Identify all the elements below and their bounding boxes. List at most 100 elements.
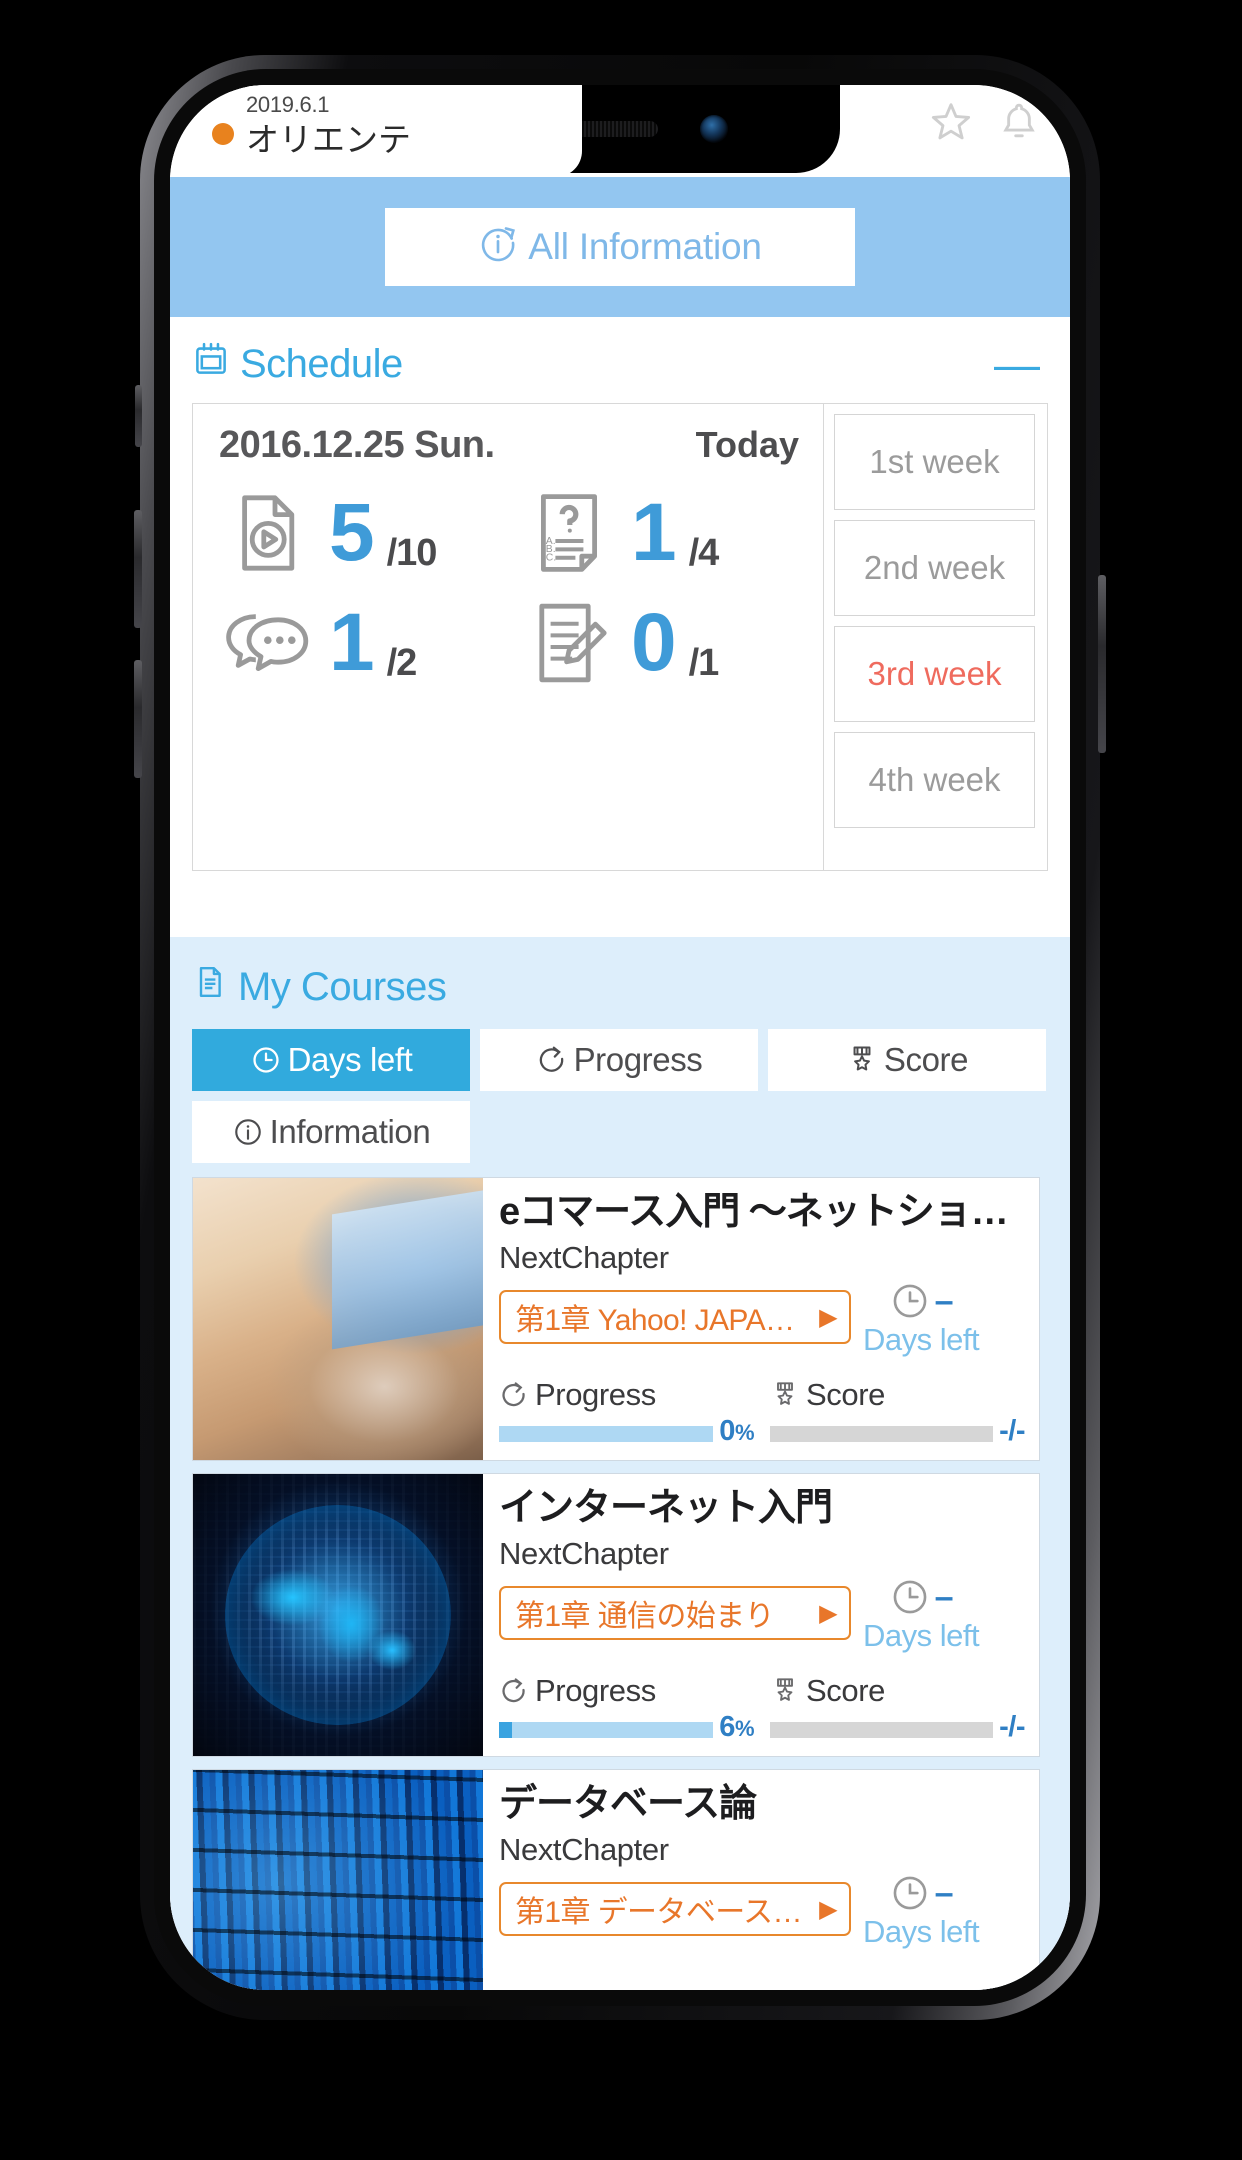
course-title: データベース論: [499, 1783, 757, 1825]
progress-bar-track: [499, 1426, 714, 1442]
my-courses-header: My Courses: [192, 951, 1048, 1023]
medal-icon: [770, 1676, 800, 1706]
course-card[interactable]: データベース論 NextChapter 第1章 データベース… ▶ – Days…: [192, 1769, 1040, 1990]
days-left-top: –: [889, 1872, 954, 1914]
schedule-card: 2016.12.25 Sun. Today 5 /10 A. B. C. 1 /…: [192, 403, 1048, 871]
power-button[interactable]: [1098, 575, 1106, 753]
course-title: インターネット入門: [499, 1487, 833, 1529]
digital-globe-photo: [193, 1474, 483, 1756]
calendar-icon: [192, 340, 230, 388]
refresh-icon: [499, 1676, 529, 1706]
tab-score-label: Score: [883, 1041, 969, 1078]
metrics-row: Progress 0% Score -/-: [499, 1377, 1025, 1452]
counter-discussion[interactable]: 1 /2: [219, 595, 521, 691]
chapter-button[interactable]: 第1章 通信の始まり ▶: [499, 1586, 851, 1641]
chevron-right-icon: ▶: [819, 1599, 837, 1627]
refresh-icon: [536, 1044, 568, 1076]
all-information-button[interactable]: All Information: [385, 208, 855, 286]
counter-video-value: 5: [329, 487, 375, 578]
counter-video[interactable]: 5 /10: [219, 485, 521, 581]
score-bar-track: [770, 1426, 994, 1442]
days-left-value: –: [934, 1281, 954, 1320]
course-card[interactable]: インターネット入門 NextChapter 第1章 通信の始まり ▶ – Day…: [192, 1473, 1040, 1757]
counter-report-value: 0: [631, 597, 677, 688]
document-icon: [192, 964, 228, 1010]
phone-frame: 2019.6.1 オリエンテ All Information Schedule …: [134, 55, 1106, 2020]
refresh-icon: [499, 1380, 529, 1410]
chapter-button[interactable]: 第1章 データベース… ▶: [499, 1882, 851, 1937]
today-label: Today: [695, 424, 799, 465]
chapter-row: 第1章 データベース… ▶ – Days left: [499, 1872, 1025, 1947]
volume-up-button[interactable]: [134, 510, 142, 628]
tab-information[interactable]: Information: [192, 1101, 470, 1163]
course-list: eコマース入門 〜ネットショ… NextChapter 第1章 Yahoo! J…: [192, 1177, 1048, 1990]
clock-icon: [250, 1044, 282, 1076]
counter-report[interactable]: 0 /1: [521, 595, 823, 691]
next-chapter-label: NextChapter: [499, 1535, 669, 1571]
tab-days-left-label: Days left: [287, 1041, 413, 1078]
chevron-right-icon: ▶: [819, 1895, 837, 1923]
mute-switch[interactable]: [135, 385, 142, 447]
days-left-value: –: [934, 1577, 954, 1616]
score-label: Score: [806, 1377, 885, 1412]
schedule-collapse-button[interactable]: —: [986, 341, 1048, 387]
svg-text:C.: C.: [546, 553, 556, 564]
star-icon[interactable]: [928, 99, 974, 145]
my-courses-section: My Courses Days left Progress Score Info…: [170, 937, 1070, 1990]
bell-icon[interactable]: [996, 99, 1042, 145]
chevron-right-icon: ▶: [819, 1303, 837, 1331]
chat-bubble-icon: [219, 595, 315, 691]
score-bar-row: -/-: [770, 1711, 1025, 1744]
progress-bar-track: [499, 1722, 714, 1738]
course-thumbnail[interactable]: [193, 1474, 483, 1756]
course-thumbnail[interactable]: [193, 1178, 483, 1460]
course-card[interactable]: eコマース入門 〜ネットショ… NextChapter 第1章 Yahoo! J…: [192, 1177, 1040, 1461]
progress-value: 0%: [719, 1415, 754, 1447]
medal-icon: [770, 1380, 800, 1410]
progress-label: Progress: [535, 1377, 656, 1412]
score-label: Score: [806, 1673, 885, 1708]
tab-days-left[interactable]: Days left: [192, 1029, 470, 1091]
week-item-2[interactable]: 2nd week: [834, 520, 1035, 616]
tab-score[interactable]: Score: [768, 1029, 1046, 1091]
laptop-shopping-photo: [193, 1178, 483, 1460]
clock-icon: [889, 1872, 931, 1914]
info-banner: All Information: [170, 177, 1070, 317]
score-metric: Score -/-: [770, 1673, 1025, 1744]
course-filter-tabs: Days left Progress Score Information: [192, 1029, 1048, 1163]
progress-label: Progress: [535, 1673, 656, 1708]
tab-progress[interactable]: Progress: [480, 1029, 758, 1091]
counter-quiz-total: /4: [688, 532, 720, 574]
score-head: Score: [770, 1673, 1025, 1709]
week-item-3[interactable]: 3rd week: [834, 626, 1035, 722]
progress-value: 6%: [719, 1711, 754, 1743]
days-left-block: – Days left: [863, 1280, 980, 1355]
next-chapter-label: NextChapter: [499, 1239, 669, 1275]
tab-information-label: Information: [269, 1113, 431, 1150]
progress-bar-row: 6%: [499, 1711, 755, 1744]
video-file-icon: [219, 485, 315, 581]
counter-report-total: /1: [688, 642, 720, 684]
days-left-label: Days left: [863, 1913, 980, 1949]
progress-metric: Progress 6%: [499, 1673, 755, 1744]
clock-icon: [889, 1280, 931, 1322]
chapter-button[interactable]: 第1章 Yahoo! JAPA… ▶: [499, 1290, 851, 1345]
course-title: eコマース入門 〜ネットショ…: [499, 1191, 1009, 1233]
counter-quiz[interactable]: A. B. C. 1 /4: [521, 485, 823, 581]
week-item-1[interactable]: 1st week: [834, 414, 1035, 510]
days-left-top: –: [889, 1576, 954, 1618]
volume-down-button[interactable]: [134, 660, 142, 778]
schedule-date: 2016.12.25 Sun.: [219, 424, 495, 466]
notification-toast[interactable]: 2019.6.1 オリエンテ: [192, 85, 582, 177]
chapter-row: 第1章 通信の始まり ▶ – Days left: [499, 1576, 1025, 1651]
server-racks-photo: [193, 1770, 483, 1990]
medal-icon: [846, 1044, 878, 1076]
counter-quiz-value: 1: [631, 487, 677, 578]
all-information-label: All Information: [528, 226, 762, 267]
week-item-4[interactable]: 4th week: [834, 732, 1035, 828]
front-camera: [700, 115, 728, 143]
score-head: Score: [770, 1377, 1025, 1413]
course-thumbnail[interactable]: [193, 1770, 483, 1990]
score-value: -/-: [999, 1415, 1025, 1447]
my-courses-title-group: My Courses: [192, 964, 447, 1010]
